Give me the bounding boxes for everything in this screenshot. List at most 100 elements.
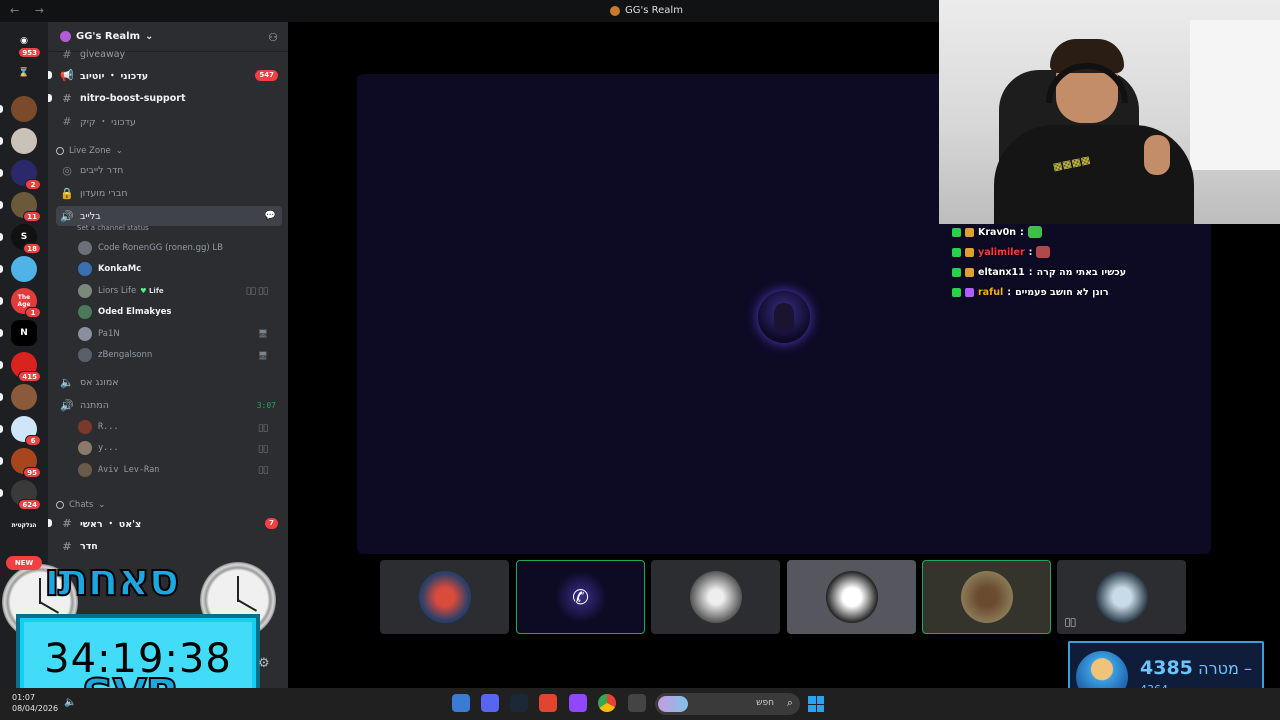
volume-icon[interactable]: 🔈 [64,697,76,708]
speaker-icon: 🔊 [60,209,74,223]
background-shelf [1190,20,1280,170]
participant-tile[interactable]: ✆ [516,560,645,634]
channel-stream-room[interactable]: ◎ חדר לייבים [56,160,282,180]
member-name: Liors Life [98,285,137,296]
channel-among-us[interactable]: 🔈 אמונג אס [56,372,282,392]
server-icon-server-8[interactable] [11,384,37,410]
channel-label: המתנה [80,399,109,411]
voice-member[interactable]: y... 🎙⃠ [78,438,278,458]
guild-name: GG's Realm [76,31,140,42]
server-icon-server-9[interactable]: 6 [11,416,41,446]
task-view-icon[interactable] [628,694,646,712]
unread-pill [0,457,3,465]
server-icon-server-7[interactable]: 415 [11,352,41,382]
channel-live[interactable]: 🔊 בלייב 💬 [56,206,282,226]
windows-taskbar: 01:07 08/04/2026 🔈 חפש ⌕ [0,688,1280,720]
telegram-icon[interactable] [452,694,470,712]
discord-icon[interactable] [481,694,499,712]
kick-badge-icon [952,247,961,257]
server-icon-server-n[interactable]: N [11,320,37,346]
announcement-icon: 📢 [60,68,74,82]
member-status-icon: 🎙⃠ [258,465,268,475]
member-status-icon: 🖥 [257,350,268,360]
channel-timer: 3:07 [256,400,276,410]
gear-icon[interactable]: ⚙ [258,656,270,671]
avatar [78,441,92,456]
server-icon-server-1[interactable] [11,96,37,122]
speaker-icon: 🔈 [60,375,74,389]
category-icon [56,501,64,509]
server-glyph: הגלקטית [11,521,37,529]
participant-tile[interactable] [380,560,509,634]
voice-member[interactable]: zBengalsonn 🖥 [78,345,278,365]
server-glyph: ⌛ [18,68,30,78]
kick-badge-icon [952,227,961,237]
voice-member[interactable]: KonkaMc [78,259,278,279]
channel-club-members[interactable]: 🔒 חברי מועדון [56,183,282,203]
server-icon-server-5[interactable]: S 18 [11,224,41,254]
server-badge: 415 [18,371,41,382]
chat-bubble-icon[interactable]: 💬 [265,211,276,221]
voice-member[interactable]: Aviv Lev-Ran 🎙⃠ [78,460,278,480]
window-title-text: GG's Realm [625,5,683,16]
server-icon-hourglass[interactable]: ⌛ [11,60,37,86]
chrome-icon[interactable] [598,694,616,712]
server-icon-server-6[interactable] [11,256,37,282]
chat-text: רונן לא חושב פעמיים [1015,286,1109,298]
participant-tile[interactable]: 🎙⃠ [1057,560,1186,634]
chat-separator: : [1028,246,1033,258]
member-status-icon: 🎙⃠ 🎧⃠ [246,286,268,296]
channel-gift[interactable]: 🔊 המתנה 3:07 [56,395,282,415]
participant-tile[interactable] [787,560,916,634]
channel-status-hint[interactable]: Set a channel status [77,224,149,232]
channel-giveaway[interactable]: # giveaway [56,47,282,61]
unread-pill [0,297,3,305]
member-tag-text: Life [148,286,164,295]
channel-label: אמונג אס [80,376,119,388]
windows-start-icon[interactable] [808,696,824,712]
voice-member[interactable]: Liors Life ♥ Life 🎙⃠ 🎧⃠ [78,281,278,301]
server-icon-discord-home[interactable]: ◉ 953 [11,28,41,58]
category-live-zone[interactable]: Live Zone ⌄ [56,144,123,158]
stream-chat-overlay: Krav0n: yalimiler: eltanx11: עכשיו באתי מה … [952,222,1252,302]
unread-pill [48,94,52,102]
channel-nitro-boost-support[interactable]: # nitro-boost-support [48,88,282,108]
category-chats[interactable]: Chats ⌄ [56,498,105,512]
channel-youtube-updates[interactable]: 📢 עדכוני ・ יוטיוב 547 [48,65,282,85]
nav-arrows[interactable]: ← → [10,4,50,17]
guild-icon [610,5,620,16]
avatar [78,305,92,320]
voice-member[interactable]: Pa1N 🖥 [78,324,278,344]
server-icon-server-10[interactable]: 95 [11,448,41,478]
hash-icon: # [62,114,72,128]
server-badge: 1 [25,307,41,318]
avatar [78,348,92,362]
taskbar-clock[interactable]: 01:07 08/04/2026 [12,692,58,714]
server-icon-server-4[interactable]: 11 [11,192,41,222]
voice-member[interactable]: Oded Elmakyes [78,302,278,322]
taskbar-search[interactable]: חפש ⌕ [655,693,800,715]
server-icon-server-3[interactable]: 2 [11,160,41,190]
avatar [78,420,92,434]
goal-label: מטרה – [1198,659,1252,678]
add-member-icon[interactable]: ⚇ [268,31,278,44]
twitch-icon[interactable] [569,694,587,712]
mention-badge: 7 [265,517,278,529]
participant-tile[interactable] [922,560,1051,634]
steam-icon[interactable] [510,694,528,712]
hand [1144,135,1170,175]
chat-username: Krav0n [978,226,1017,238]
voice-member[interactable]: R... 🎙⃠ [78,417,278,437]
server-badge: 18 [23,243,41,254]
app-icon[interactable] [539,694,557,712]
server-icon-server-11[interactable]: 624 [11,480,41,510]
server-icon-server-the-age[interactable]: The Age 1 [11,288,41,318]
chat-message: Krav0n: [952,222,1252,242]
voice-member[interactable]: Code RonenGG (ronen.gg) LB [78,238,278,258]
goal-label-text: מטרה [1198,659,1239,678]
channel-kick-updates[interactable]: # עדכוני ・ קיק [56,111,282,131]
server-icon-server-2[interactable] [11,128,37,154]
hash-icon: # [62,47,72,61]
participant-tile[interactable] [651,560,780,634]
taskbar-date: 08/04/2026 [12,704,59,713]
